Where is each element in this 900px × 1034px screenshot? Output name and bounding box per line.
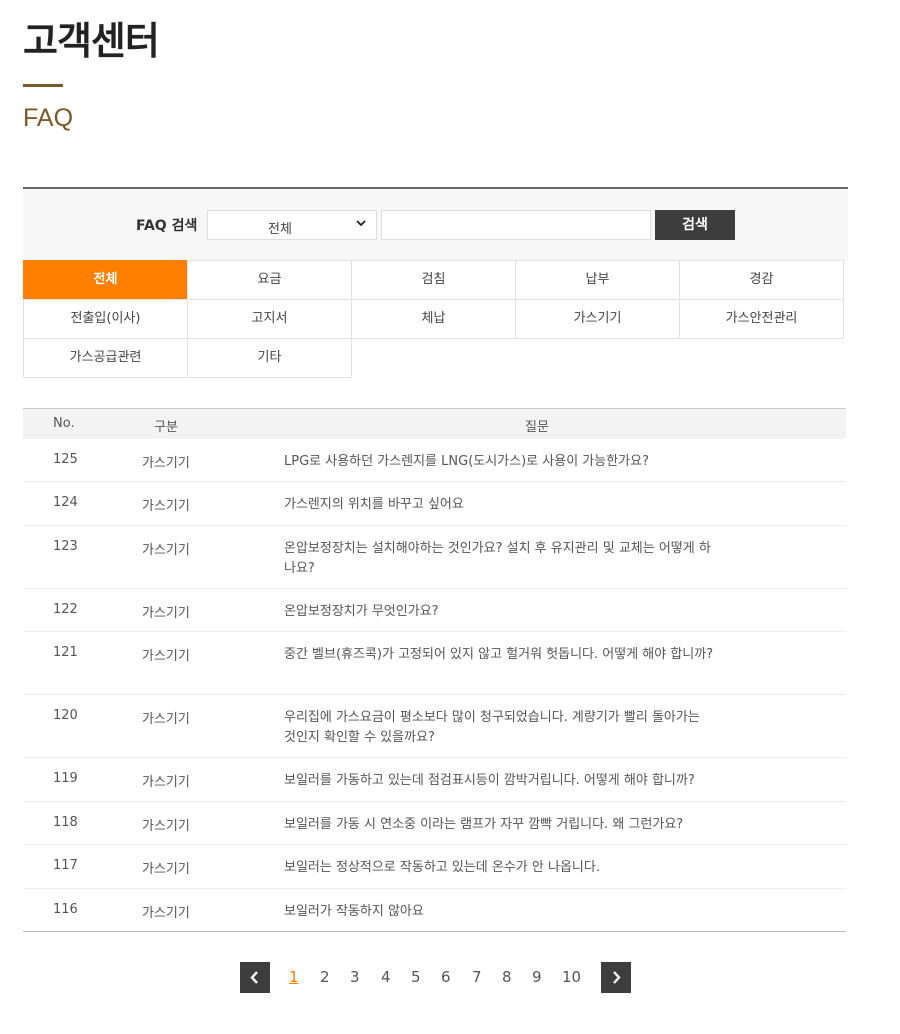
- table-row[interactable]: 124 가스기기 가스렌지의 위치를 바꾸고 싶어요: [23, 482, 846, 526]
- tab-gas-appliance[interactable]: 가스기기: [515, 299, 680, 339]
- row-question[interactable]: 보일러를 가동하고 있는데 점검표시등이 깜박거립니다. 어떻게 해야 합니까?: [284, 771, 714, 791]
- row-no: 119: [53, 771, 78, 786]
- row-question[interactable]: 보일러는 정상적으로 작동하고 있는데 온수가 안 나옵니다.: [284, 858, 714, 878]
- row-question[interactable]: 가스렌지의 위치를 바꾸고 싶어요: [284, 495, 714, 515]
- page-link-5[interactable]: 5: [411, 968, 421, 986]
- row-question[interactable]: 우리집에 가스요금이 평소보다 많이 청구되었습니다. 계량기가 빨리 돌아가는…: [284, 708, 714, 748]
- table-row[interactable]: 119 가스기기 보일러를 가동하고 있는데 점검표시등이 깜박거립니다. 어떻…: [23, 758, 846, 802]
- row-no: 117: [53, 858, 78, 873]
- chevron-left-icon: [250, 971, 258, 984]
- page-link-9[interactable]: 9: [532, 968, 542, 986]
- category-select[interactable]: 전체: [207, 210, 377, 240]
- row-category: 가스기기: [142, 862, 190, 877]
- page-title: 고객센터: [23, 19, 160, 63]
- row-no: 123: [53, 539, 78, 554]
- category-select-value: 전체: [268, 222, 292, 237]
- row-category: 가스기기: [142, 649, 190, 664]
- title-divider: [23, 84, 63, 87]
- chevron-down-icon: [356, 220, 366, 227]
- row-no: 116: [53, 902, 78, 917]
- header-no: No.: [53, 416, 75, 431]
- table-row[interactable]: 117 가스기기 보일러는 정상적으로 작동하고 있는데 온수가 안 나옵니다.: [23, 845, 846, 889]
- page-link-8[interactable]: 8: [502, 968, 512, 986]
- page-link-2[interactable]: 2: [320, 968, 330, 986]
- table-row[interactable]: 122 가스기기 온압보정장치가 무엇인가요?: [23, 589, 846, 632]
- table-row[interactable]: 121 가스기기 중간 벨브(휴즈콕)가 고정되어 있지 않고 헐거워 헛돕니다…: [23, 632, 846, 695]
- tab-etc[interactable]: 기타: [187, 338, 352, 378]
- header-question: 질문: [525, 420, 549, 435]
- pagination: 1 2 3 4 5 6 7 8 9 10: [240, 962, 631, 993]
- page-link-3[interactable]: 3: [350, 968, 360, 986]
- row-category: 가스기기: [142, 775, 190, 790]
- row-category: 가스기기: [142, 499, 190, 514]
- row-question[interactable]: 중간 벨브(휴즈콕)가 고정되어 있지 않고 헐거워 헛돕니다. 어떻게 해야 …: [284, 645, 714, 665]
- faq-search-panel: FAQ 검색 전체 검색: [23, 187, 848, 261]
- row-no: 121: [53, 645, 78, 660]
- row-category: 가스기기: [142, 606, 190, 621]
- row-no: 118: [53, 815, 78, 830]
- tab-gas-supply[interactable]: 가스공급관련: [23, 338, 188, 378]
- table-header: No. 구분 질문: [23, 408, 846, 439]
- prev-page-button[interactable]: [240, 962, 270, 993]
- table-row[interactable]: 120 가스기기 우리집에 가스요금이 평소보다 많이 청구되었습니다. 계량기…: [23, 695, 846, 758]
- tab-discount[interactable]: 경감: [679, 260, 844, 300]
- row-question[interactable]: 보일러를 가동 시 연소중 이라는 램프가 자꾸 깜빡 거립니다. 왜 그런가요…: [284, 815, 714, 835]
- table-row[interactable]: 125 가스기기 LPG로 사용하던 가스렌지를 LNG(도시가스)로 사용이 …: [23, 439, 846, 482]
- row-category: 가스기기: [142, 906, 190, 921]
- tab-arrears[interactable]: 체납: [351, 299, 516, 339]
- row-question[interactable]: 온압보정장치가 무엇인가요?: [284, 602, 714, 622]
- tab-bill[interactable]: 고지서: [187, 299, 352, 339]
- row-no: 122: [53, 602, 78, 617]
- tab-payment[interactable]: 납부: [515, 260, 680, 300]
- tab-gas-safety[interactable]: 가스안전관리: [679, 299, 844, 339]
- row-category: 가스기기: [142, 456, 190, 471]
- row-category: 가스기기: [142, 712, 190, 727]
- next-page-button[interactable]: [601, 962, 631, 993]
- header-category: 구분: [154, 420, 178, 435]
- table-row[interactable]: 123 가스기기 온압보정장치는 설치해야하는 것인가요? 설치 후 유지관리 …: [23, 526, 846, 589]
- page-link-4[interactable]: 4: [381, 968, 391, 986]
- faq-table: No. 구분 질문 125 가스기기 LPG로 사용하던 가스렌지를 LNG(도…: [23, 408, 846, 932]
- row-no: 124: [53, 495, 78, 510]
- page-link-7[interactable]: 7: [472, 968, 482, 986]
- page-link-6[interactable]: 6: [441, 968, 451, 986]
- row-no: 120: [53, 708, 78, 723]
- row-question[interactable]: LPG로 사용하던 가스렌지를 LNG(도시가스)로 사용이 가능한가요?: [284, 452, 714, 472]
- search-input[interactable]: [381, 210, 651, 240]
- tab-moving[interactable]: 전출입(이사): [23, 299, 188, 339]
- table-row[interactable]: 116 가스기기 보일러가 작동하지 않아요: [23, 889, 846, 932]
- search-button[interactable]: 검색: [655, 210, 735, 240]
- row-question[interactable]: 보일러가 작동하지 않아요: [284, 902, 714, 922]
- row-question[interactable]: 온압보정장치는 설치해야하는 것인가요? 설치 후 유지관리 및 교체는 어떻게…: [284, 539, 714, 579]
- chevron-right-icon: [613, 971, 621, 984]
- tab-all[interactable]: 전체: [23, 260, 188, 300]
- table-row[interactable]: 118 가스기기 보일러를 가동 시 연소중 이라는 램프가 자꾸 깜빡 거립니…: [23, 802, 846, 845]
- page-link-10[interactable]: 10: [562, 968, 581, 986]
- row-category: 가스기기: [142, 819, 190, 834]
- page-link-1[interactable]: 1: [289, 968, 299, 986]
- page-subtitle: FAQ: [23, 104, 74, 132]
- row-category: 가스기기: [142, 543, 190, 558]
- tab-fee[interactable]: 요금: [187, 260, 352, 300]
- tab-meter-reading[interactable]: 검침: [351, 260, 516, 300]
- row-no: 125: [53, 452, 78, 467]
- search-label: FAQ 검색: [136, 218, 198, 234]
